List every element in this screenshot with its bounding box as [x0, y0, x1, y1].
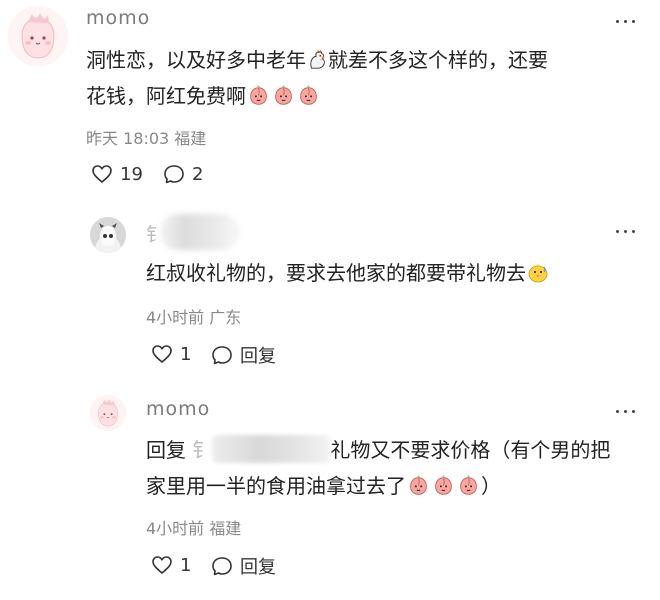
location: 广东 [209, 308, 242, 327]
peach-face-emoji [273, 85, 294, 106]
comment-bubble-icon [210, 554, 234, 578]
peach-face-emoji [458, 475, 479, 496]
reply-button[interactable]: 回复 [210, 342, 276, 368]
like-count: 19 [120, 163, 143, 185]
heart-icon [90, 162, 114, 186]
avatar-image [90, 395, 126, 431]
rooster-emoji [306, 48, 328, 70]
reply-label: 回复 [240, 557, 276, 578]
comment-bubble-icon [210, 343, 234, 367]
username-redacted [160, 214, 240, 250]
location: 福建 [209, 519, 242, 538]
more-options-icon[interactable] [614, 402, 638, 422]
heart-icon [150, 342, 174, 366]
comment-text: 红叔收礼物的，要求去他家的都要带礼物去 [146, 255, 646, 291]
peach-face-emoji [298, 85, 319, 106]
comment-meta: 4小时前 福建 [146, 515, 241, 539]
comment-meta: 4小时前 广东 [146, 304, 241, 328]
comment-text: 洞性恋，以及好多中老年 就差不多这个样的，还要 花钱，阿红免费啊 [86, 48, 548, 108]
username[interactable]: momo [146, 398, 210, 420]
more-options-icon[interactable] [614, 12, 638, 32]
like-count: 1 [180, 554, 192, 576]
reply-label: 回复 [240, 346, 276, 367]
comment-text: 回复 钅礼物又不要求价格（有个男的把 家里用一半的食用油拿过去了） [146, 432, 646, 504]
timestamp: 昨天 18:03 [86, 129, 170, 148]
like-button[interactable]: 19 [90, 162, 143, 186]
timestamp: 4小时前 [146, 519, 205, 538]
avatar-image [8, 6, 68, 66]
location: 福建 [174, 129, 207, 148]
more-options-icon[interactable] [614, 222, 638, 242]
peach-face-emoji [248, 85, 269, 106]
like-button[interactable]: 1 [150, 553, 191, 577]
peach-face-emoji [408, 475, 429, 496]
like-button[interactable]: 1 [150, 342, 191, 366]
username[interactable]: momo [86, 7, 150, 29]
reply-button[interactable]: 回复 [210, 553, 276, 579]
timestamp: 4小时前 [146, 308, 205, 327]
reply-count-button[interactable]: 2 [162, 162, 203, 186]
avatar-image [90, 217, 126, 253]
reply-prefix: 回复 [146, 438, 186, 462]
mention-redacted [212, 435, 331, 463]
reply-count: 2 [192, 163, 204, 185]
peach-face-emoji [433, 475, 454, 496]
avatar[interactable] [8, 6, 68, 66]
heart-icon [150, 553, 174, 577]
avatar[interactable] [90, 395, 126, 431]
comment-meta: 昨天 18:03 福建 [86, 125, 206, 149]
like-count: 1 [180, 343, 192, 365]
chick-emoji [526, 260, 550, 284]
avatar[interactable] [90, 217, 126, 253]
comment-bubble-icon [162, 162, 186, 186]
